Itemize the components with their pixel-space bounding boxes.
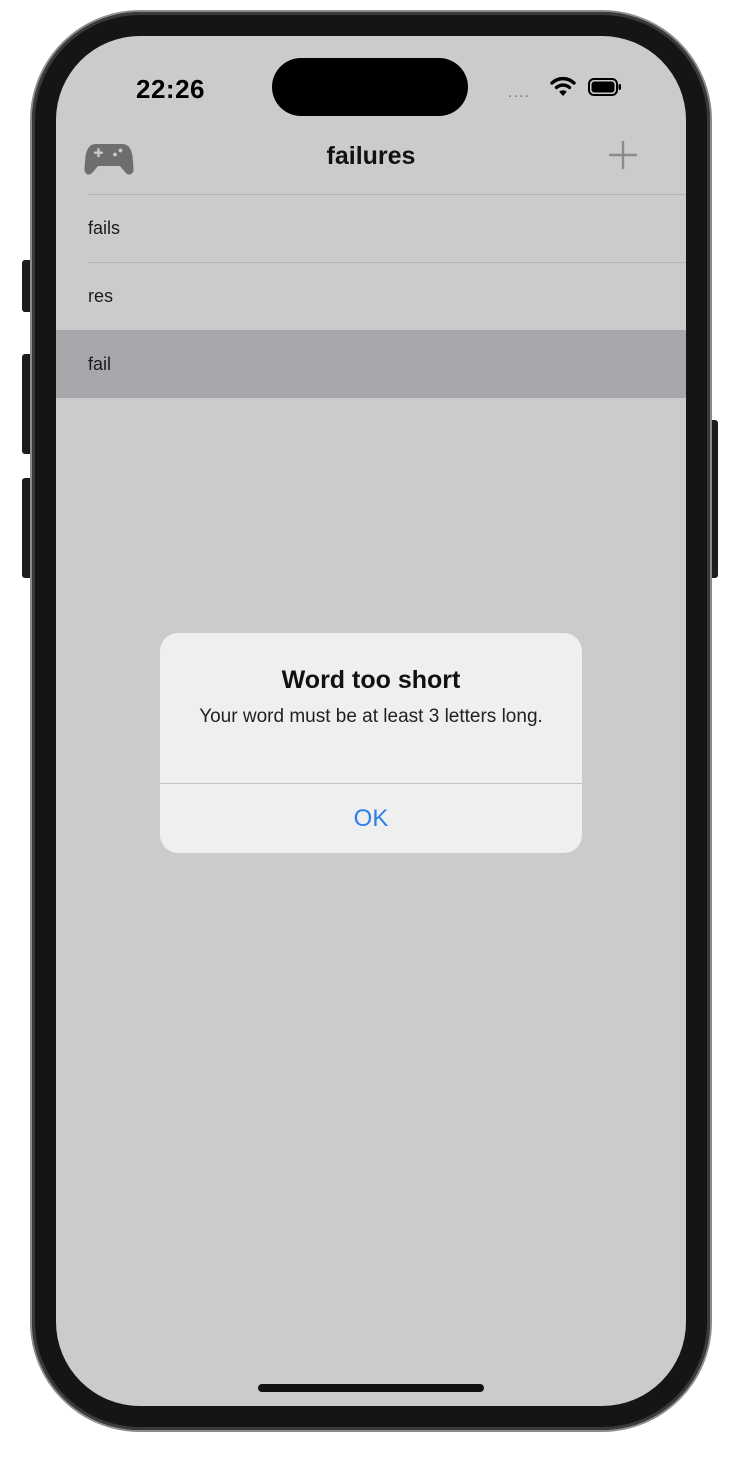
alert-title: Word too short bbox=[281, 666, 461, 694]
navigation-bar: failures bbox=[56, 122, 686, 194]
row-separator bbox=[88, 194, 686, 195]
list-item[interactable]: res bbox=[56, 262, 686, 330]
row-separator bbox=[88, 262, 686, 263]
status-time: 22:26 bbox=[136, 74, 205, 104]
battery-icon bbox=[588, 78, 621, 96]
list-item-label: res bbox=[88, 286, 114, 306]
list-item-label: fail bbox=[88, 354, 112, 374]
cellular-signal: .... bbox=[508, 84, 530, 101]
home-indicator[interactable] bbox=[258, 1384, 484, 1392]
alert-dialog: Word too short Your word must be at leas… bbox=[160, 633, 582, 853]
word-list: fails res fail bbox=[56, 194, 686, 398]
alert-message: Your word must be at least 3 letters lon… bbox=[199, 706, 543, 727]
dynamic-island bbox=[272, 58, 468, 116]
plus-icon[interactable] bbox=[608, 140, 638, 170]
list-item-selected[interactable]: fail bbox=[56, 330, 686, 398]
screen: 22:26 .... failures fails res fail Word … bbox=[56, 36, 686, 1406]
list-item[interactable]: fails bbox=[56, 194, 686, 262]
list-item-label: fails bbox=[88, 218, 121, 238]
nav-title: failures bbox=[326, 142, 416, 170]
wifi-icon bbox=[550, 76, 576, 96]
ok-button[interactable]: OK bbox=[160, 784, 582, 853]
